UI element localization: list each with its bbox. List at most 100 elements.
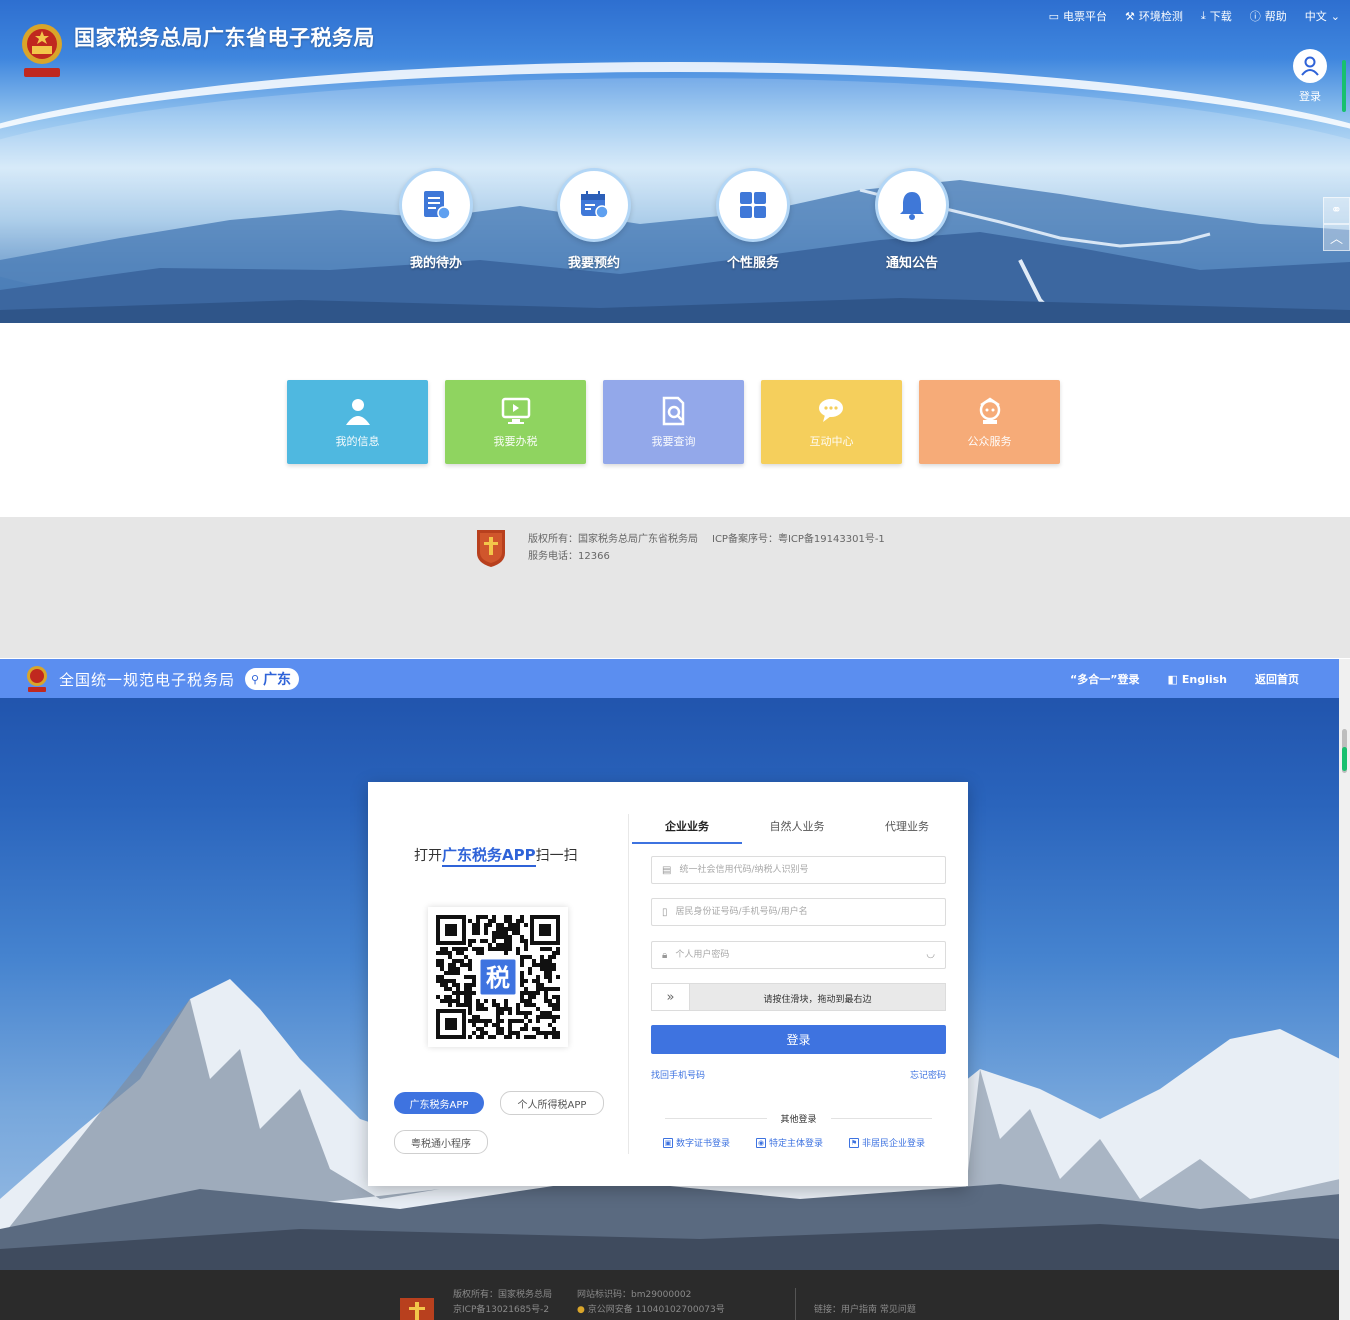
bell-icon bbox=[900, 192, 924, 220]
location-pin-icon: ⚲ bbox=[251, 672, 260, 686]
tax-shield-emblem bbox=[400, 1298, 434, 1320]
tile-query[interactable]: 我要查询 bbox=[603, 380, 744, 464]
user-icon bbox=[1301, 56, 1319, 76]
eye-closed-icon[interactable]: ◡ bbox=[926, 949, 935, 960]
english-link[interactable]: ◧ English bbox=[1167, 671, 1227, 687]
qr-center-mark: 税 bbox=[486, 964, 510, 992]
environment-check-link[interactable]: ⚒ 环境检测 bbox=[1125, 8, 1183, 24]
password-field: 🔒︎ ◡ bbox=[651, 941, 946, 969]
wrench-icon: ⚒ bbox=[1125, 9, 1135, 23]
hero-banner: 国家税务总局广东省电子税务局 ▭ 电票平台 ⚒ 环境检测 ⤓ 下载 ⓘ 帮助 中文 ⌄ 登… bbox=[0, 0, 1350, 323]
double-chevron-right-icon: » bbox=[666, 989, 675, 1005]
site-brand-title: 国家税务总局广东省电子税务局 bbox=[74, 26, 375, 50]
tax-bureau-emblem-logo bbox=[27, 666, 47, 692]
retrieve-phone-link[interactable]: 找回手机号码 bbox=[651, 1068, 705, 1081]
footer-phone: 服务电话：12366 bbox=[528, 551, 610, 562]
tab-agent[interactable]: 代理业务 bbox=[852, 810, 962, 842]
app-tab-mini-program[interactable]: 粤税通小程序 bbox=[394, 1130, 488, 1154]
help-link[interactable]: ⓘ 帮助 bbox=[1250, 8, 1287, 24]
entity-icon: ◉ bbox=[756, 1137, 767, 1148]
chat-icon bbox=[818, 399, 843, 422]
business-tabs: 企业业务 自然人业务 代理业务 bbox=[632, 810, 962, 844]
wechat-icon[interactable]: ⚭ bbox=[1323, 197, 1350, 224]
slide-verification: » 请按住滑块，拖动到最右边 bbox=[651, 983, 946, 1011]
login-site-title: 全国统一规范电子税务局 bbox=[59, 671, 236, 689]
tab-individual[interactable]: 自然人业务 bbox=[742, 810, 852, 842]
slider-handle[interactable]: » bbox=[652, 984, 690, 1010]
footer-info: 版权所有：国家税务总局广东省税务局 ICP备案序号：粤ICP备19143301号-… bbox=[528, 531, 899, 565]
login-label[interactable]: 登录 bbox=[1293, 88, 1327, 104]
other-login-divider: 其他登录 bbox=[651, 1112, 946, 1125]
download-icon: ⤓ bbox=[1200, 9, 1206, 22]
page-scrollbar[interactable] bbox=[1339, 659, 1350, 1320]
floating-tools: ⚭ ︿ bbox=[1323, 197, 1350, 251]
return-home-link[interactable]: 返回首页 bbox=[1255, 671, 1299, 687]
phone-icon: ▯ bbox=[662, 906, 668, 918]
feature-my-todo[interactable]: 我的待办 bbox=[399, 168, 473, 271]
qr-scan-title: 打开广东税务APP扫一扫 bbox=[414, 844, 578, 867]
login-button[interactable]: 登录 bbox=[651, 1025, 946, 1054]
app-tab-iit[interactable]: 个人所得税APP bbox=[500, 1091, 604, 1115]
forgot-password-link[interactable]: 忘记密码 bbox=[910, 1068, 946, 1081]
non-resident-login-link[interactable]: ⚑ 非居民企业登录 bbox=[849, 1136, 925, 1149]
login-header-bar: 全国统一规范电子税务局 ⚲ 广东 “多合一”登录 ◧ English 返回首页 bbox=[0, 659, 1339, 698]
user-id-input[interactable] bbox=[673, 906, 904, 918]
police-badge-icon: ● bbox=[577, 1305, 585, 1315]
doc-search-icon bbox=[662, 396, 684, 426]
language-select[interactable]: 中文 ⌄ bbox=[1305, 8, 1340, 24]
language-icon: ◧ bbox=[1167, 672, 1178, 686]
help-icon: ⓘ bbox=[1249, 10, 1261, 23]
certificate-icon: ▣ bbox=[663, 1137, 673, 1148]
back-to-top-icon[interactable]: ︿ bbox=[1323, 224, 1350, 251]
chevron-down-icon: ⌄ bbox=[1330, 9, 1340, 23]
user-id-field: ▯ bbox=[651, 898, 946, 926]
tile-tax-filing[interactable]: 我要办税 bbox=[445, 380, 586, 464]
e-invoice-platform-link[interactable]: ▭ 电票平台 bbox=[1049, 8, 1107, 24]
credit-code-field: ▤ bbox=[651, 856, 946, 884]
login-page: 全国统一规范电子税务局 ⚲ 广东 “多合一”登录 ◧ English 返回首页 打… bbox=[0, 659, 1350, 1320]
non-resident-icon: ⚑ bbox=[849, 1137, 860, 1148]
tile-my-info[interactable]: 我的信息 bbox=[287, 380, 428, 464]
footer-icp: ICP备案序号：粤ICP备19143301号-1 bbox=[712, 534, 885, 545]
calendar-appointment-icon bbox=[581, 191, 609, 219]
scroll-indicator bbox=[1342, 60, 1346, 112]
other-login-links: ▣ 数字证书登录 ◉ 特定主体登录 ⚑ 非居民企业登录 bbox=[663, 1136, 925, 1149]
todo-list-icon bbox=[424, 191, 451, 220]
login-footer-col2: 网站标识码：bm29000002 ● 京公网安备 11040102700073号 bbox=[577, 1290, 725, 1315]
lock-icon: 🔒︎ bbox=[662, 949, 668, 961]
login-qr-code: 税 bbox=[428, 907, 568, 1047]
monitor-tax-icon bbox=[501, 397, 530, 424]
password-input[interactable] bbox=[673, 949, 904, 961]
portal-page: 国家税务总局广东省电子税务局 ▭ 电票平台 ⚒ 环境检测 ⤓ 下载 ⓘ 帮助 中文 ⌄ 登… bbox=[0, 0, 1350, 658]
specific-entity-login-link[interactable]: ◉ 特定主体登录 bbox=[756, 1136, 823, 1149]
user-icon bbox=[345, 399, 370, 425]
digital-cert-login-link[interactable]: ▣ 数字证书登录 bbox=[663, 1136, 730, 1149]
feature-appointment[interactable]: 我要预约 bbox=[557, 168, 631, 271]
tile-public-service[interactable]: 公众服务 bbox=[919, 380, 1060, 464]
login-avatar-button[interactable] bbox=[1293, 49, 1327, 83]
portal-footer: 版权所有：国家税务总局广东省税务局 ICP备案序号：粤ICP备19143301号-… bbox=[0, 517, 1350, 658]
login-card: 打开广东税务APP扫一扫 税 广东税务APP 个人所得税APP 粤税通小程序 企… bbox=[368, 782, 968, 1186]
footer-separator bbox=[795, 1288, 796, 1320]
login-footer-col1: 版权所有：国家税务总局 京ICP备13021685号-2 bbox=[453, 1290, 553, 1315]
tax-shield-emblem bbox=[477, 530, 505, 567]
download-link[interactable]: ⤓ 下载 bbox=[1201, 8, 1232, 24]
great-wall-mountains-image bbox=[0, 180, 1350, 323]
card-divider bbox=[628, 814, 629, 1154]
top-utility-nav: ▭ 电票平台 ⚒ 环境检测 ⤓ 下载 ⓘ 帮助 中文 ⌄ bbox=[1049, 8, 1340, 24]
tax-bureau-emblem-logo bbox=[22, 24, 62, 77]
login-footer-links[interactable]: 链接：用户指南 常见问题 bbox=[814, 1303, 916, 1318]
multi-in-one-login-link[interactable]: “多合一”登录 bbox=[1070, 671, 1139, 687]
credit-code-input[interactable] bbox=[677, 864, 908, 876]
service-tiles: 我的信息 我要办税 我要查询 互动中心 公众服务 bbox=[287, 380, 1060, 464]
slider-hint: 请按住滑块，拖动到最右边 bbox=[763, 995, 872, 1005]
feature-notices[interactable]: 通知公告 bbox=[875, 168, 949, 271]
service-icon bbox=[979, 397, 1000, 424]
tab-enterprise[interactable]: 企业业务 bbox=[632, 810, 742, 844]
feature-personal-service[interactable]: 个性服务 bbox=[716, 168, 790, 271]
tile-interaction-center[interactable]: 互动中心 bbox=[761, 380, 902, 464]
qr-code-image: 税 bbox=[436, 915, 560, 1039]
region-badge[interactable]: ⚲ 广东 bbox=[245, 668, 300, 690]
login-header-nav: “多合一”登录 ◧ English 返回首页 bbox=[1070, 671, 1299, 687]
app-tab-gd-tax[interactable]: 广东税务APP bbox=[394, 1092, 484, 1114]
